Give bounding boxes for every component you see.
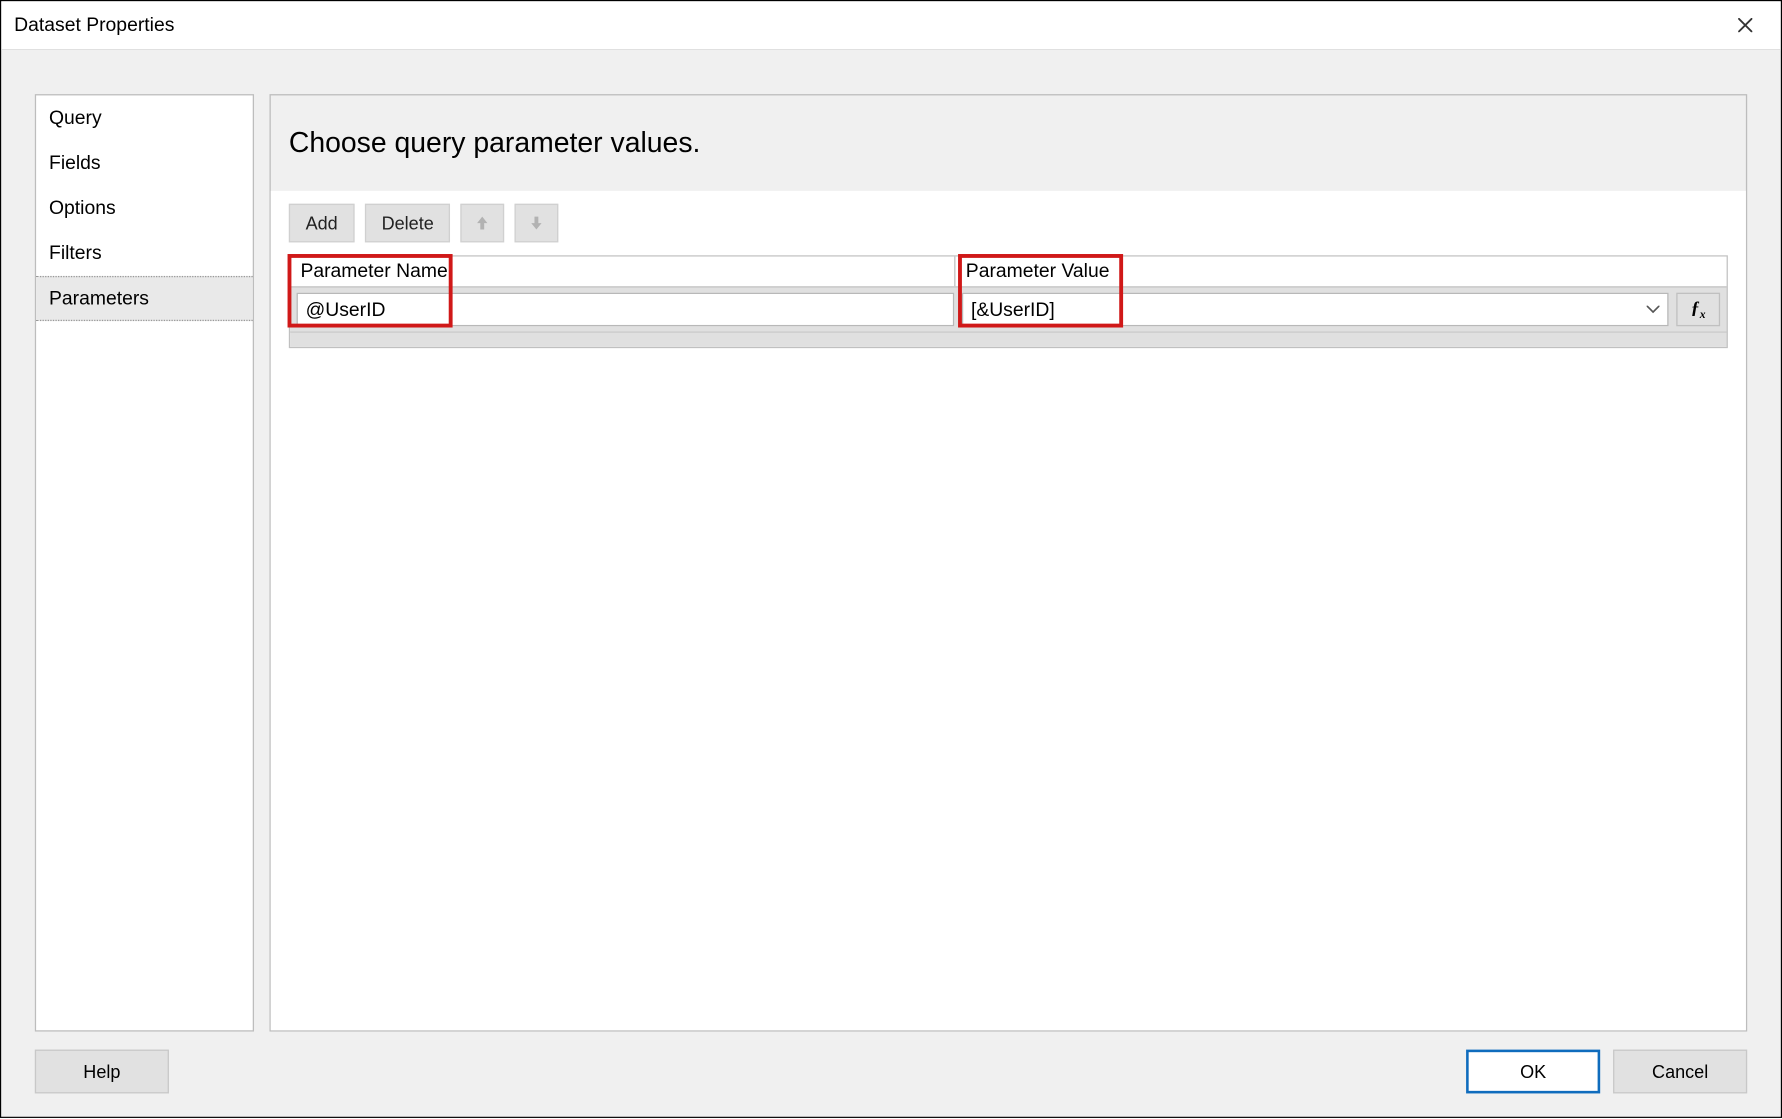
sidebar-item-parameters[interactable]: Parameters <box>36 276 253 321</box>
expression-button[interactable]: ƒx <box>1676 293 1720 327</box>
main-panel: Choose query parameter values. Add Delet… <box>269 94 1747 1031</box>
move-down-button[interactable] <box>515 204 559 243</box>
table-row: [&UserID] ƒx <box>290 288 1726 332</box>
parameter-value-dropdown[interactable]: [&UserID] <box>962 293 1669 327</box>
arrow-up-icon <box>474 214 492 232</box>
dialog-body: Query Fields Options Filters Parameters … <box>1 50 1780 1116</box>
parameters-table: Parameter Name Parameter Value [&UserID] <box>289 255 1728 348</box>
sidebar-item-options[interactable]: Options <box>36 186 253 231</box>
close-button[interactable] <box>1724 7 1765 43</box>
move-up-button[interactable] <box>461 204 505 243</box>
parameter-name-input[interactable] <box>297 293 955 327</box>
table-footer-strip <box>290 331 1726 346</box>
cancel-button[interactable]: Cancel <box>1613 1050 1747 1094</box>
close-icon <box>1738 18 1752 32</box>
add-button[interactable]: Add <box>289 204 355 243</box>
window-title: Dataset Properties <box>14 14 174 36</box>
sidebar-item-fields[interactable]: Fields <box>36 141 253 186</box>
help-button[interactable]: Help <box>35 1050 169 1094</box>
table-header-row: Parameter Name Parameter Value <box>290 257 1726 288</box>
titlebar: Dataset Properties <box>1 1 1780 50</box>
chevron-down-icon <box>1647 302 1660 317</box>
dialog-window: Dataset Properties Query Fields Options … <box>0 0 1782 1118</box>
sidebar-item-filters[interactable]: Filters <box>36 231 253 276</box>
ok-button[interactable]: OK <box>1466 1050 1600 1094</box>
column-header-name: Parameter Name <box>290 257 955 287</box>
toolbar: Add Delete <box>289 204 1728 243</box>
sidebar: Query Fields Options Filters Parameters <box>35 94 254 1031</box>
arrow-down-icon <box>528 214 546 232</box>
delete-button[interactable]: Delete <box>365 204 451 243</box>
parameter-value-text: [&UserID] <box>971 299 1055 321</box>
panel-heading: Choose query parameter values. <box>271 95 1746 190</box>
panel-content: Add Delete <box>271 191 1746 1030</box>
dialog-button-row: Help OK Cancel <box>35 1032 1747 1094</box>
sidebar-item-query[interactable]: Query <box>36 95 253 140</box>
fx-icon: ƒx <box>1691 299 1706 321</box>
column-header-value: Parameter Value <box>955 257 1669 287</box>
content-row: Query Fields Options Filters Parameters … <box>35 94 1747 1031</box>
column-header-fx <box>1670 257 1727 287</box>
